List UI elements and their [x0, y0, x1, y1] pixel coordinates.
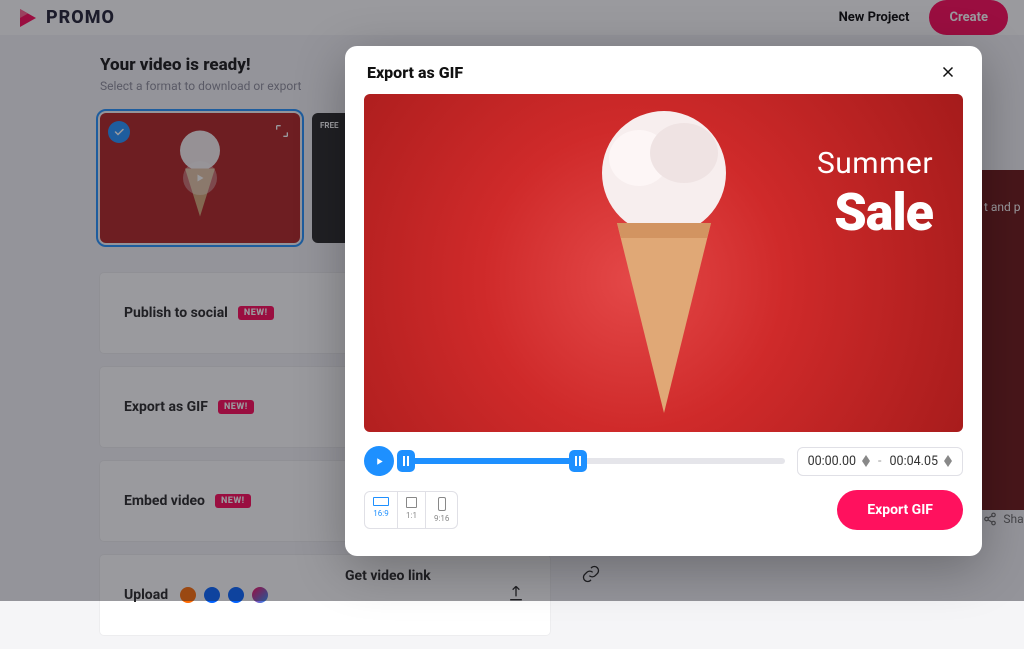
- play-icon: [374, 456, 385, 467]
- ratio-label: 1:1: [406, 511, 417, 520]
- time-start-stepper[interactable]: [862, 455, 870, 467]
- ratio-label: 9:16: [434, 514, 449, 523]
- time-range-input[interactable]: 00:00.00 - 00:04.05: [797, 447, 963, 476]
- ratio-9-16[interactable]: 9:16: [426, 492, 457, 528]
- close-button[interactable]: [936, 60, 960, 84]
- play-button[interactable]: [364, 446, 394, 476]
- time-end: 00:04.05: [890, 454, 938, 469]
- preview-text-1: Summer: [817, 146, 933, 181]
- export-gif-modal: Export as GIF Summer Sale: [345, 46, 982, 556]
- close-icon: [939, 63, 957, 81]
- icecream-illustration: [579, 103, 749, 423]
- aspect-ratio-picker: 16:9 1:1 9:16: [364, 491, 458, 529]
- gif-preview: Summer Sale: [364, 94, 963, 432]
- time-start: 00:00.00: [808, 454, 856, 469]
- ratio-1-1[interactable]: 1:1: [398, 492, 426, 528]
- trim-handle-start[interactable]: [397, 450, 415, 472]
- trim-slider[interactable]: [406, 446, 785, 476]
- ratio-label: 16:9: [373, 509, 388, 518]
- preview-text-2: Sale: [834, 182, 933, 243]
- trim-handle-end[interactable]: [569, 450, 587, 472]
- export-gif-button[interactable]: Export GIF: [837, 490, 963, 530]
- chevron-down-icon: [944, 461, 952, 467]
- time-end-stepper[interactable]: [944, 455, 952, 467]
- ratio-16-9[interactable]: 16:9: [365, 492, 398, 528]
- modal-title: Export as GIF: [367, 63, 463, 82]
- chevron-down-icon: [862, 461, 870, 467]
